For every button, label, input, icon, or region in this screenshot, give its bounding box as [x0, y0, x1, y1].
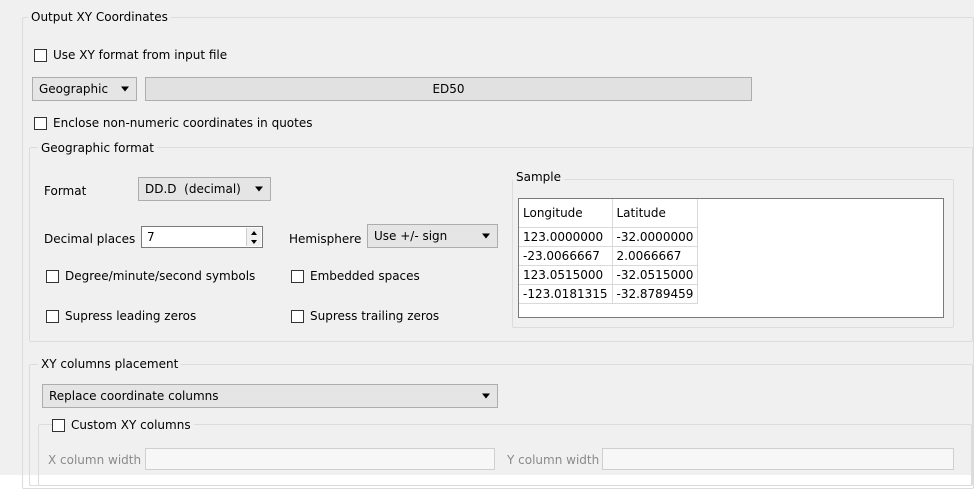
longitude-cell: -123.0181315: [519, 284, 613, 304]
supress-leading-label: Supress leading zeros: [65, 309, 197, 323]
latitude-cell: 2.0066667: [612, 246, 699, 266]
datum-button[interactable]: ED50: [145, 77, 752, 101]
format-label: Format: [44, 184, 87, 198]
supress-trailing-label: Supress trailing zeros: [310, 309, 440, 323]
use-xy-format-checkbox[interactable]: Use XY format from input file: [34, 46, 227, 64]
column-header-latitude: Latitude: [612, 199, 699, 228]
placement-value: Replace coordinate columns: [49, 389, 219, 403]
supress-trailing-checkbox[interactable]: Supress trailing zeros: [291, 307, 439, 325]
column-header-longitude: Longitude: [519, 199, 613, 228]
dms-symbols-checkbox[interactable]: Degree/minute/second symbols: [46, 267, 255, 285]
sample-table: Longitude Latitude 123.0000000 -32.00000…: [518, 198, 944, 318]
chevron-down-icon: [255, 186, 263, 192]
table-row: 123.0515000 -32.0515000: [519, 265, 699, 285]
embedded-spaces-checkbox[interactable]: Embedded spaces: [291, 267, 420, 285]
coord-type-select[interactable]: Geographic: [32, 77, 137, 101]
coord-type-value: Geographic: [39, 82, 109, 96]
chevron-down-icon: [482, 393, 490, 399]
latitude-cell: -32.8789459: [612, 284, 699, 304]
datum-button-label: ED50: [432, 82, 465, 96]
sample-header-row: Longitude Latitude: [519, 199, 699, 228]
spin-down-icon[interactable]: [247, 237, 261, 246]
use-xy-format-box[interactable]: [34, 48, 47, 62]
enclose-quotes-checkbox[interactable]: Enclose non-numeric coordinates in quote…: [34, 114, 312, 132]
y-column-width-input[interactable]: [602, 448, 954, 470]
enclose-quotes-box[interactable]: [34, 116, 47, 130]
geographic-format-legend: Geographic format: [38, 141, 157, 155]
format-value: DD.D (decimal): [145, 182, 241, 196]
embedded-spaces-box[interactable]: [291, 269, 304, 283]
placement-select[interactable]: Replace coordinate columns: [42, 384, 498, 408]
sample-legend: Sample: [513, 170, 564, 184]
table-row: -23.0066667 2.0066667: [519, 246, 699, 266]
format-select[interactable]: DD.D (decimal): [138, 177, 271, 201]
embedded-spaces-label: Embedded spaces: [310, 269, 420, 283]
use-xy-format-label: Use XY format from input file: [53, 48, 228, 62]
supress-leading-box[interactable]: [46, 309, 59, 323]
supress-trailing-box[interactable]: [291, 309, 304, 323]
hemisphere-value: Use +/- sign: [374, 229, 448, 243]
enclose-quotes-label: Enclose non-numeric coordinates in quote…: [53, 116, 313, 130]
supress-leading-checkbox[interactable]: Supress leading zeros: [46, 307, 196, 325]
hemisphere-select[interactable]: Use +/- sign: [367, 224, 498, 248]
x-column-width-label: X column width: [48, 453, 142, 467]
decimal-places-label: Decimal places: [44, 232, 136, 246]
chevron-down-icon: [482, 233, 490, 239]
table-row: 123.0000000 -32.0000000: [519, 227, 699, 247]
hemisphere-label: Hemisphere: [289, 232, 362, 246]
chevron-down-icon: [121, 86, 129, 92]
custom-xy-label: Custom XY columns: [71, 418, 191, 432]
custom-xy-checkbox[interactable]: Custom XY columns: [52, 416, 194, 434]
latitude-cell: -32.0000000: [612, 227, 699, 247]
latitude-cell: -32.0515000: [612, 265, 699, 285]
spinner-buttons[interactable]: [246, 228, 261, 246]
x-column-width-input[interactable]: [145, 448, 495, 470]
y-column-width-label: Y column width: [507, 453, 600, 467]
decimal-places-value: 7: [147, 230, 155, 244]
table-row: -123.0181315 -32.8789459: [519, 284, 699, 304]
longitude-cell: -23.0066667: [519, 246, 613, 266]
spin-up-icon[interactable]: [247, 228, 261, 237]
custom-xy-box[interactable]: [52, 418, 65, 432]
xy-placement-legend: XY columns placement: [38, 357, 182, 371]
decimal-places-stepper[interactable]: 7: [141, 226, 263, 248]
output-settings-panel: Output XY Coordinates Use XY format from…: [0, 0, 974, 489]
dms-symbols-box[interactable]: [46, 269, 59, 283]
dms-symbols-label: Degree/minute/second symbols: [65, 269, 256, 283]
longitude-cell: 123.0000000: [519, 227, 613, 247]
longitude-cell: 123.0515000: [519, 265, 613, 285]
output-xy-legend: Output XY Coordinates: [28, 10, 171, 24]
